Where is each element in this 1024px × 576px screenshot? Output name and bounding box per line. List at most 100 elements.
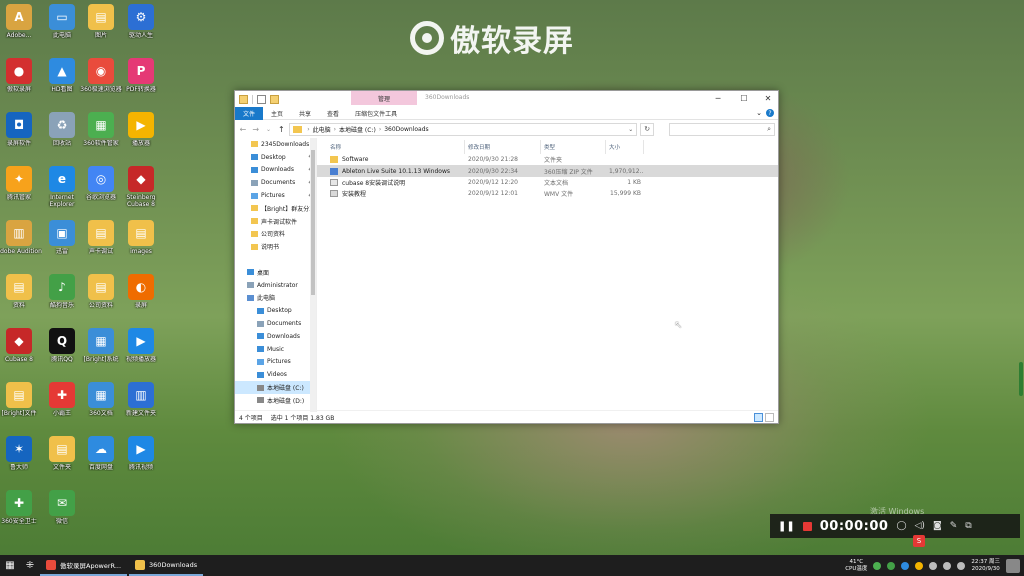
tab-share[interactable]: 共享 <box>291 107 319 120</box>
tab-manage[interactable]: 管理 <box>351 91 417 105</box>
cloud-tray-icon[interactable] <box>901 561 910 570</box>
nav-item[interactable]: 【Bright】群友分享 <box>235 202 316 215</box>
nav-item[interactable]: Pictures✦ <box>235 189 316 202</box>
desktop-icon[interactable]: ✦ 腾讯管家 <box>0 166 42 201</box>
taskbar-app[interactable]: 傲软录屏ApowerR... <box>40 555 128 576</box>
pen-icon[interactable]: ✎ <box>950 521 958 531</box>
cpu-temperature[interactable]: 41°C CPU温度 <box>845 559 867 573</box>
search-input[interactable]: ⌕ <box>669 122 775 136</box>
nav-item[interactable]: 本地磁盘 (D:) <box>235 394 316 407</box>
minimize-button[interactable]: ─ <box>705 91 731 105</box>
desktop-icon[interactable]: ✚ 360安全卫士 <box>0 490 42 525</box>
nav-scrollbar[interactable] <box>310 138 316 412</box>
desktop-icon[interactable]: ▥ 新建文件夹 <box>118 382 164 417</box>
clock[interactable]: 22:37 周三 2020/9/30 <box>971 559 1000 573</box>
nav-item[interactable]: Downloads <box>235 330 316 343</box>
up-arrow-icon[interactable]: ↑ <box>276 123 286 135</box>
nav-item[interactable]: Downloads✦ <box>235 164 316 177</box>
desktop-icon[interactable]: ▶ 腾讯视频 <box>118 436 164 471</box>
nav-item[interactable]: Desktop <box>235 304 316 317</box>
column-modified[interactable]: 修改日期 <box>465 140 541 154</box>
audio-icon[interactable]: ◁) <box>915 521 925 531</box>
nav-item[interactable]: 桌面 <box>235 266 316 279</box>
nav-item[interactable]: 此电脑 <box>235 292 316 305</box>
desktop-icon[interactable]: ⚙ 驱动人生 <box>118 4 164 39</box>
windows-start-icon[interactable]: ▦ <box>0 555 20 576</box>
new-folder-icon[interactable] <box>270 94 279 104</box>
input-method-icon[interactable] <box>957 561 966 570</box>
nav-item[interactable]: Administrator <box>235 279 316 292</box>
desktop-icon[interactable]: ● 傲软录屏 <box>0 58 42 93</box>
nav-item[interactable]: 公司资料 <box>235 228 316 241</box>
file-row[interactable]: cubase 8安装调试说明 2020/9/12 12:20 文本文档 1 KB <box>317 177 778 188</box>
network-icon[interactable] <box>929 561 938 570</box>
chevron-down-icon[interactable]: ⌄ <box>756 109 762 117</box>
file-row[interactable]: Ableton Live Suite 10.1.13 Windows 2020/9… <box>317 165 778 177</box>
refresh-button[interactable]: ↻ <box>640 122 655 136</box>
details-view-icon[interactable] <box>754 412 763 422</box>
collapse-icon[interactable]: ⧉ <box>965 521 971 531</box>
nav-item[interactable] <box>235 253 316 266</box>
side-handle[interactable] <box>1019 362 1023 396</box>
nav-item[interactable]: 本地磁盘 (C:) <box>235 381 316 394</box>
desktop-icon[interactable]: ▶ 视频播放器 <box>118 328 164 363</box>
nav-item[interactable]: 声卡调试软件 <box>235 215 316 228</box>
scroll-thumb[interactable] <box>311 150 315 295</box>
properties-icon[interactable] <box>257 94 266 104</box>
desktop-icon[interactable]: P PDF转换器 <box>118 58 164 93</box>
title-bar[interactable]: 管理 360Downloads ─ ☐ ✕ <box>235 91 778 107</box>
desktop-icon[interactable]: ▥ Adobe Audition <box>0 220 42 255</box>
nav-item[interactable]: 说明书 <box>235 240 316 253</box>
sogou-ime-icon[interactable]: S <box>913 535 925 547</box>
address-bar[interactable]: › 此电脑 › 本地磁盘 (C:) › 360Downloads ⌄ <box>289 122 638 136</box>
taskbar-app[interactable]: 360Downloads <box>129 555 204 576</box>
tab-home[interactable]: 主页 <box>263 107 291 120</box>
back-arrow-icon[interactable]: ← <box>238 123 248 135</box>
tab-compressed-tools[interactable]: 压缩包文件工具 <box>347 107 405 120</box>
column-size[interactable]: 大小 <box>606 140 644 154</box>
file-row[interactable]: Software 2020/9/30 21:28 文件夹 <box>317 154 778 165</box>
desktop-icon[interactable]: ▤ images <box>118 220 164 255</box>
breadcrumb-this-pc[interactable]: 此电脑 <box>313 125 331 134</box>
nav-item[interactable]: 2345Downloads <box>235 138 316 151</box>
tab-view[interactable]: 查看 <box>319 107 347 120</box>
tab-file[interactable]: 文件 <box>235 106 264 120</box>
help-icon[interactable]: ? <box>766 109 774 117</box>
navigation-pane[interactable]: 2345DownloadsDesktop✦Downloads✦Documents… <box>235 138 317 412</box>
360-tray-icon[interactable] <box>873 561 882 570</box>
desktop-icon[interactable]: ▤ [Bright]文件 <box>0 382 42 417</box>
draw-tool-icon[interactable]: ◯ <box>896 521 906 531</box>
close-button[interactable]: ✕ <box>755 91 781 105</box>
desktop-icon[interactable]: ▤ 资料 <box>0 274 42 309</box>
large-icons-view-icon[interactable] <box>765 412 774 422</box>
maximize-button[interactable]: ☐ <box>731 91 757 105</box>
nav-item[interactable]: Desktop✦ <box>235 151 316 164</box>
desktop-icon[interactable]: ◐ 录屏 <box>118 274 164 309</box>
address-dropdown-icon[interactable]: ⌄ <box>628 126 633 133</box>
desktop-icon[interactable]: ▶ 播放器 <box>118 112 164 147</box>
desktop-icon[interactable]: ◆ Steinberg Cubase 8 <box>118 166 164 208</box>
task-view-icon[interactable]: ⁜ <box>20 555 40 576</box>
pause-button[interactable]: ❚❚ <box>778 521 795 532</box>
camera-icon[interactable]: ◙ <box>933 521 942 531</box>
volume-icon[interactable] <box>943 561 952 570</box>
desktop-icon[interactable]: ◘ 录屏软件 <box>0 112 42 147</box>
stop-button[interactable] <box>802 521 812 531</box>
desktop-icon[interactable]: ✶ 鲁大师 <box>0 436 42 471</box>
qq-tray-icon[interactable] <box>915 561 924 570</box>
file-row[interactable]: 安装教程 2020/9/12 12:01 WMV 文件 15,999 KB <box>317 188 778 199</box>
column-type[interactable]: 类型 <box>541 140 606 154</box>
breadcrumb-drive-c[interactable]: 本地磁盘 (C:) <box>339 125 376 134</box>
nav-item[interactable]: Documents <box>235 317 316 330</box>
notification-center-icon[interactable] <box>1006 558 1020 573</box>
desktop-icon[interactable]: ◆ Cubase 8 <box>0 328 42 363</box>
nav-item[interactable]: Pictures <box>235 356 316 369</box>
nav-item[interactable]: Videos <box>235 368 316 381</box>
nav-item[interactable]: Documents✦ <box>235 176 316 189</box>
forward-arrow-icon[interactable]: → <box>251 123 261 135</box>
breadcrumb-360downloads[interactable]: 360Downloads <box>384 126 428 133</box>
desktop-icon[interactable]: ✉ 微信 <box>39 490 85 525</box>
wechat-tray-icon[interactable] <box>887 561 896 570</box>
column-name[interactable]: 名称 <box>327 140 465 154</box>
nav-item[interactable]: Music <box>235 343 316 356</box>
